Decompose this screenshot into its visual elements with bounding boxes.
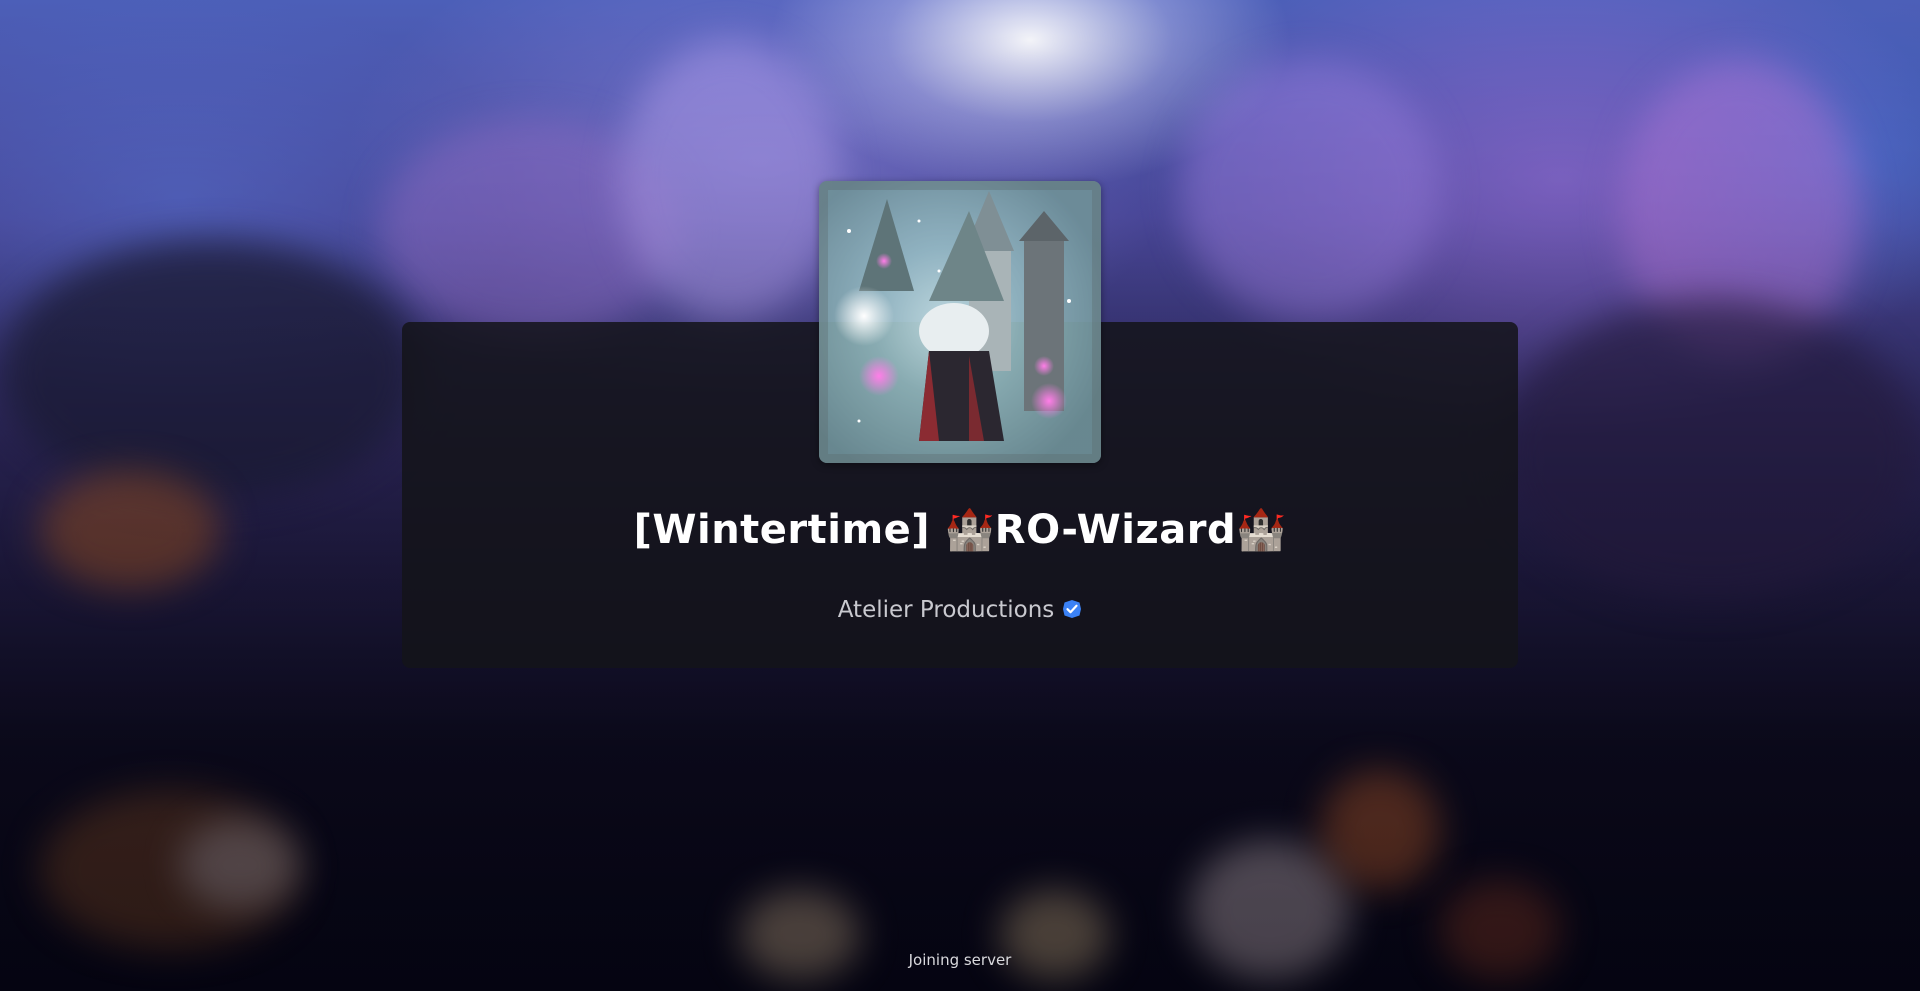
- joining-status: Joining server: [908, 951, 1012, 969]
- wizard-thumbnail-icon: [819, 181, 1101, 463]
- verified-badge-icon: [1062, 599, 1082, 619]
- creator-line: Atelier Productions: [402, 592, 1518, 628]
- experience-title: [Wintertime] 🏰RO-Wizard🏰: [633, 507, 1287, 553]
- creator-name[interactable]: Atelier Productions: [838, 597, 1055, 623]
- game-thumbnail: [819, 181, 1101, 463]
